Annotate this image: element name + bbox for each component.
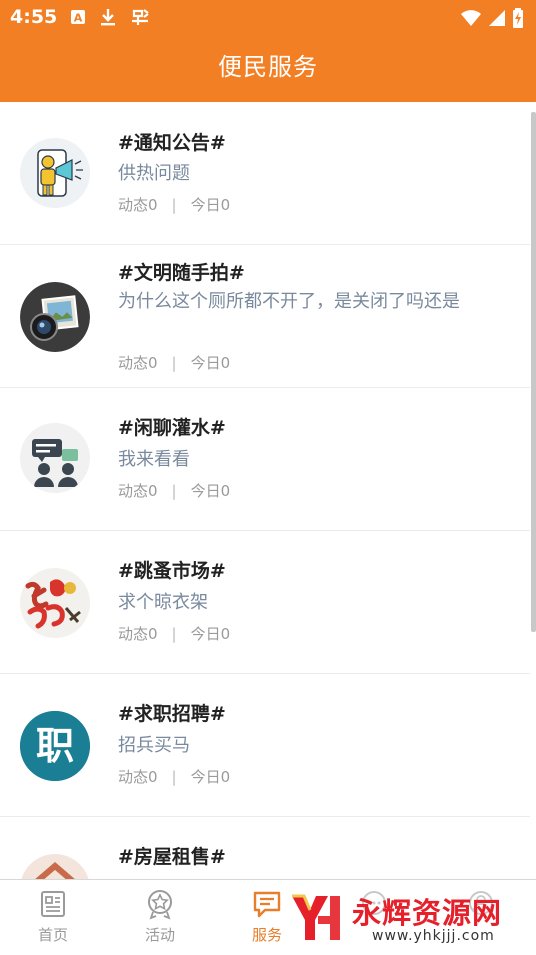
item-stats: 动态0 | 今日0	[118, 766, 230, 787]
svg-text:A: A	[74, 12, 83, 25]
item-desc: 招兵买马	[118, 735, 190, 756]
item-stats: 动态0 | 今日0	[118, 480, 230, 501]
battery-charging-icon	[513, 8, 523, 28]
tab-label: 服务	[251, 926, 282, 944]
stat-dynamic: 动态0	[118, 196, 158, 214]
stat-dynamic: 动态0	[118, 482, 158, 500]
stat-separator: |	[171, 354, 177, 372]
list-item[interactable]: #通知公告# 供热问题 动态0 | 今日0	[0, 102, 530, 245]
watermark-logo	[292, 894, 340, 940]
list-item[interactable]: 职 #求职招聘# 招兵买马 动态0 | 今日0	[0, 673, 530, 817]
chat-people-icon	[20, 423, 90, 493]
item-title: #通知公告#	[118, 132, 226, 154]
wifi-icon	[461, 10, 481, 26]
news-icon	[41, 891, 65, 917]
list-item[interactable]: #闲聊灌水# 我来看看 动态0 | 今日0	[0, 387, 530, 531]
stat-separator: |	[171, 768, 177, 786]
item-desc: 我来看看	[118, 449, 190, 470]
stat-today: 今日0	[190, 354, 231, 372]
camera-icon	[20, 282, 90, 352]
item-stats: 动态0 | 今日0	[118, 194, 230, 215]
stat-dynamic: 动态0	[118, 768, 158, 786]
tab-label: 首页	[37, 926, 68, 944]
stat-separator: |	[171, 625, 177, 643]
list-item[interactable]: #文明随手拍# 为什么这个厕所都不开了，是关闭了吗还是 动态0 | 今日0	[0, 244, 530, 388]
service-list[interactable]: #通知公告# 供热问题 动态0 | 今日0 #文明随手拍# 为什么这个厕所都不开了，…	[0, 102, 536, 879]
list-item[interactable]: #房屋租售#	[0, 816, 530, 879]
stat-today: 今日0	[190, 625, 231, 643]
list-item[interactable]: #跳蚤市场# 求个晾衣架 动态0 | 今日0	[0, 530, 530, 674]
watermark-url: www.yhkjjj.com	[372, 928, 495, 944]
tab-label: 活动	[144, 926, 175, 944]
stat-today: 今日0	[190, 196, 231, 214]
watermark-brand: 永辉资源网	[352, 896, 503, 930]
stat-dynamic: 动态0	[118, 354, 158, 372]
status-icons-left: A	[70, 7, 150, 27]
watermark: 永辉资源网 www.yhkjjj.com	[288, 888, 536, 948]
flea-market-logo	[20, 568, 90, 638]
page-title: 便民服务	[218, 53, 318, 81]
item-desc: 求个晾衣架	[118, 592, 208, 613]
bug-icon	[132, 9, 149, 25]
stat-dynamic: 动态0	[118, 625, 158, 643]
item-desc: 供热问题	[118, 163, 190, 184]
item-title: #房屋租售#	[118, 846, 226, 868]
service-chat-icon	[253, 891, 281, 918]
tab-activity[interactable]: 活动	[115, 888, 205, 945]
scrollbar[interactable]	[531, 112, 536, 632]
status-time: 4:55	[10, 6, 58, 28]
house-icon	[20, 854, 90, 879]
item-title: #文明随手拍#	[118, 262, 245, 284]
download-icon	[101, 9, 115, 26]
item-stats: 动态0 | 今日0	[118, 352, 230, 373]
item-stats: 动态0 | 今日0	[118, 623, 230, 644]
stat-today: 今日0	[190, 768, 231, 786]
status-bar: 4:55 A	[0, 0, 536, 36]
item-title: #求职招聘#	[118, 703, 226, 725]
megaphone-icon	[20, 138, 90, 208]
tab-home[interactable]: 首页	[8, 888, 98, 945]
stat-separator: |	[171, 196, 177, 214]
signal-icon	[489, 10, 505, 26]
item-desc: 为什么这个厕所都不开了，是关闭了吗还是	[118, 291, 460, 312]
badge-star-icon	[148, 890, 172, 920]
job-icon: 职	[20, 711, 90, 781]
a-box-icon: A	[71, 10, 85, 25]
status-icons-right	[460, 8, 524, 28]
stat-today: 今日0	[190, 482, 231, 500]
item-title: #跳蚤市场#	[118, 560, 226, 582]
app-header: 便民服务	[0, 36, 536, 102]
stat-separator: |	[171, 482, 177, 500]
item-title: #闲聊灌水#	[118, 417, 226, 439]
job-icon-glyph: 职	[36, 724, 74, 768]
